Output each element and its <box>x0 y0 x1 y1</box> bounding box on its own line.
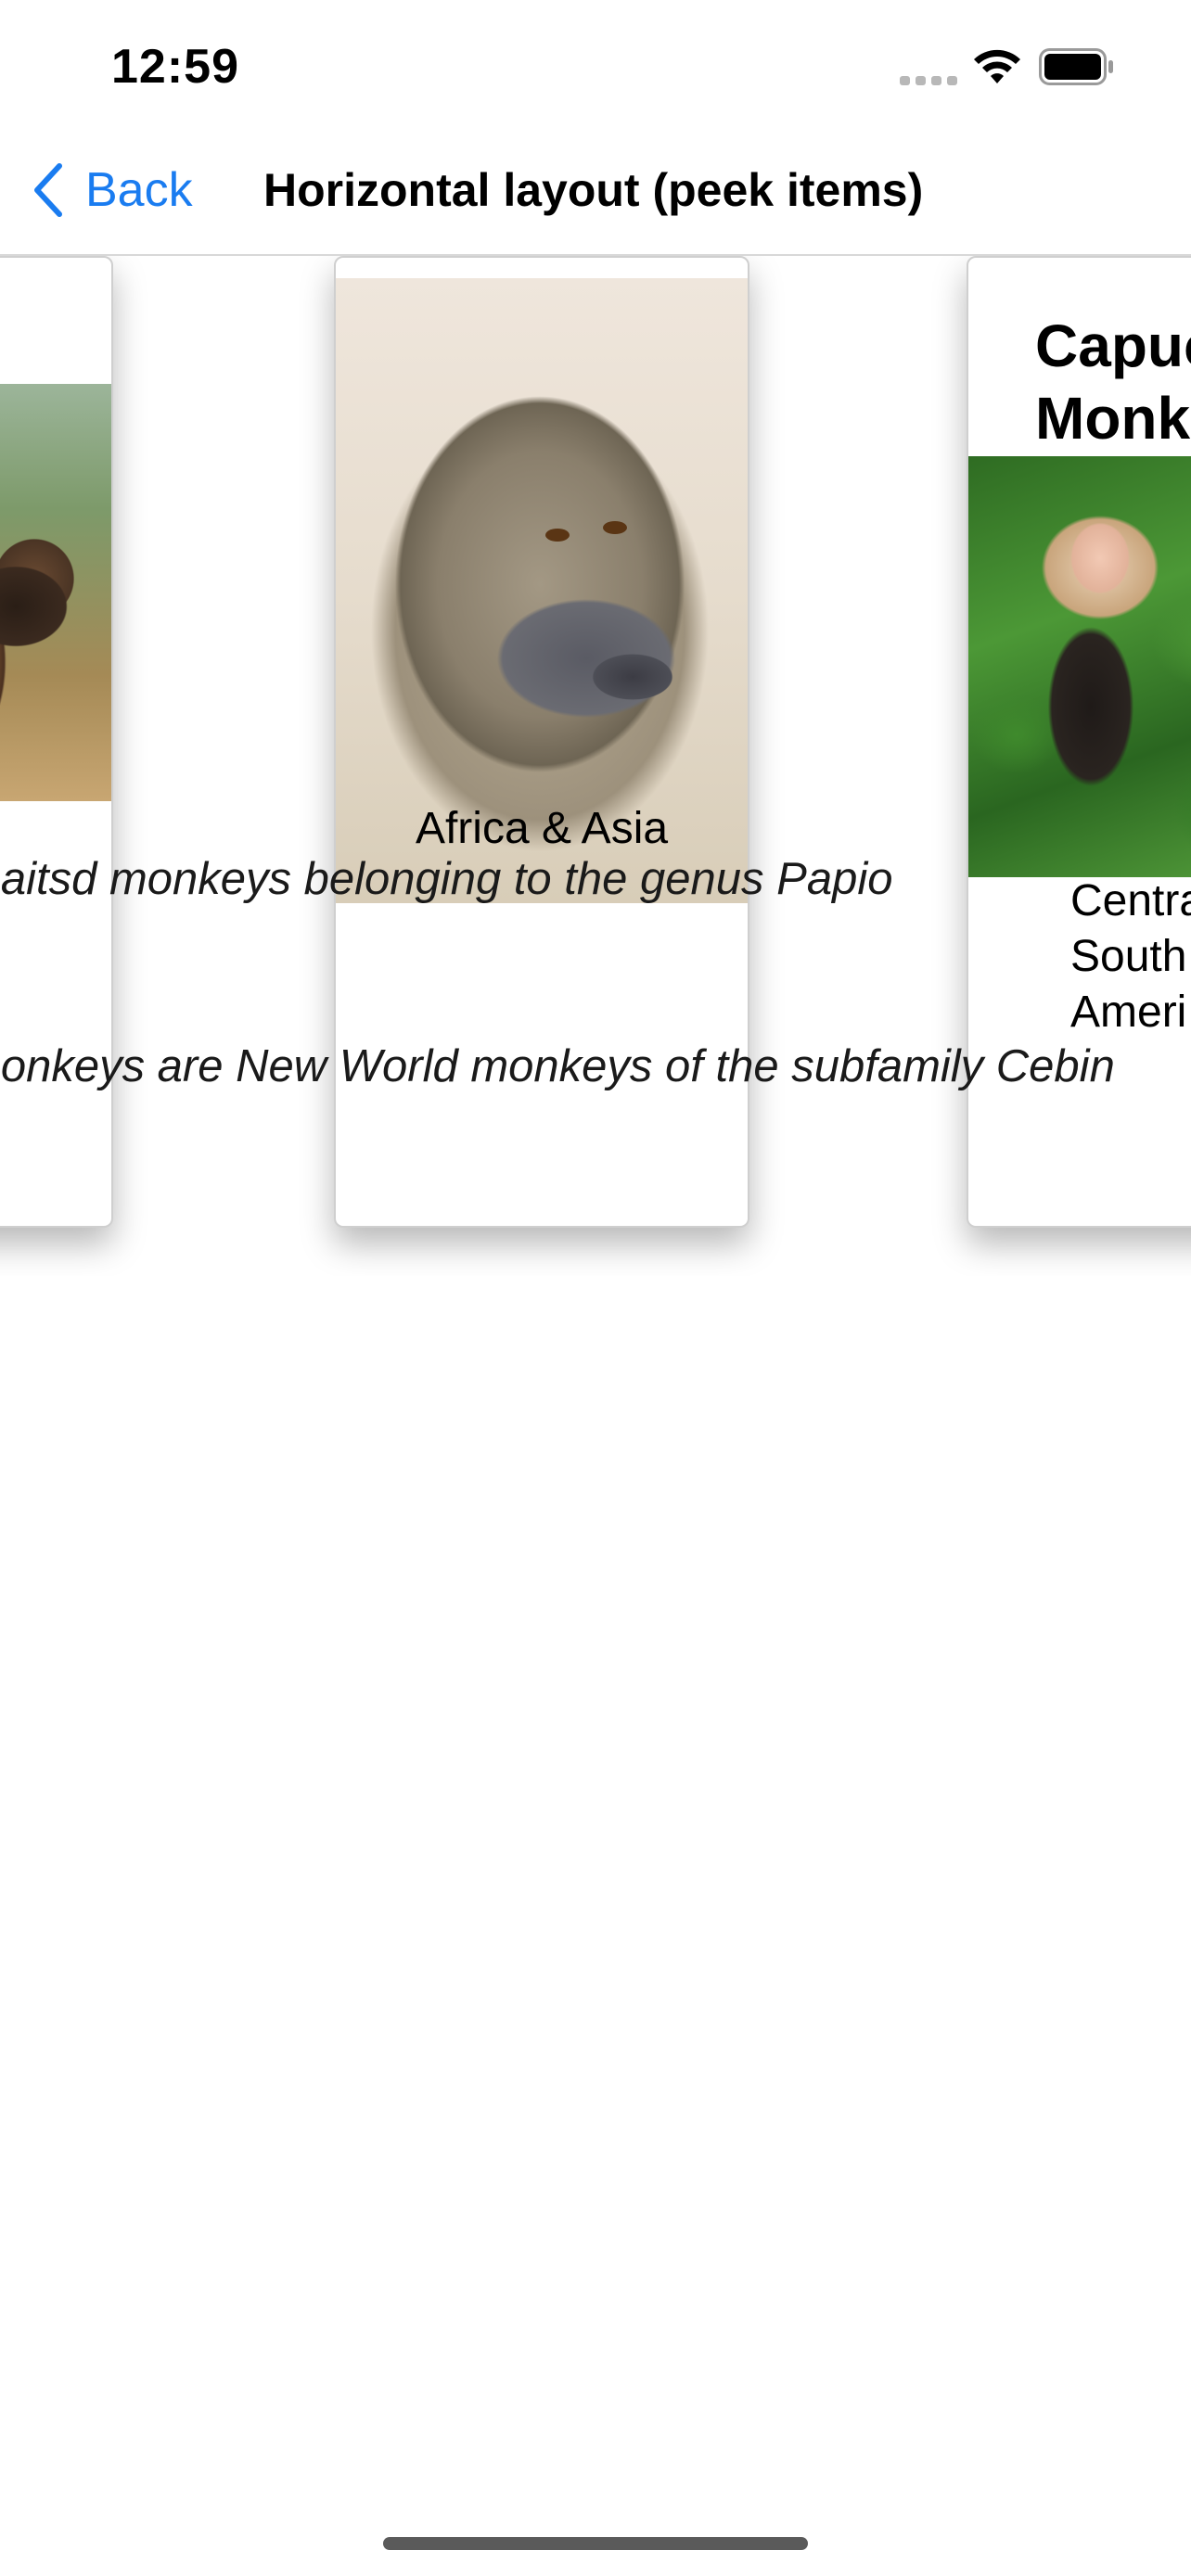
status-bar: 12:59 <box>0 0 1191 130</box>
wifi-icon <box>974 49 1020 83</box>
cellular-signal-icon <box>900 76 957 85</box>
back-button[interactable]: Back <box>32 158 193 223</box>
home-indicator[interactable] <box>383 2537 808 2550</box>
chevron-left-icon <box>34 163 62 217</box>
status-time: 12:59 <box>111 40 239 94</box>
horizontal-carousel[interactable]: Africa & Asia Capuc Monke Centra South A… <box>0 256 1191 1276</box>
battery-icon <box>1039 48 1113 85</box>
page-title: Horizontal layout (peek items) <box>263 164 924 216</box>
capuchin-photo <box>968 456 1191 877</box>
card-location: Centra South Ameri <box>1070 876 1191 1037</box>
card-title: Capuc Monke <box>1035 312 1191 452</box>
app-screen: 12:59 Back Horizontal layout (peek items… <box>0 0 1191 2576</box>
card-location: Africa & Asia <box>415 804 669 853</box>
navigation-bar: Back Horizontal layout (peek items) <box>0 130 1191 256</box>
back-label: Back <box>85 163 193 217</box>
card-detail-text: a aitsd monkeys belonging to the genus P… <box>0 854 893 904</box>
card-detail-text: monkeys are New World monkeys of the sub… <box>0 1041 1115 1091</box>
gelada-photo <box>0 384 111 801</box>
